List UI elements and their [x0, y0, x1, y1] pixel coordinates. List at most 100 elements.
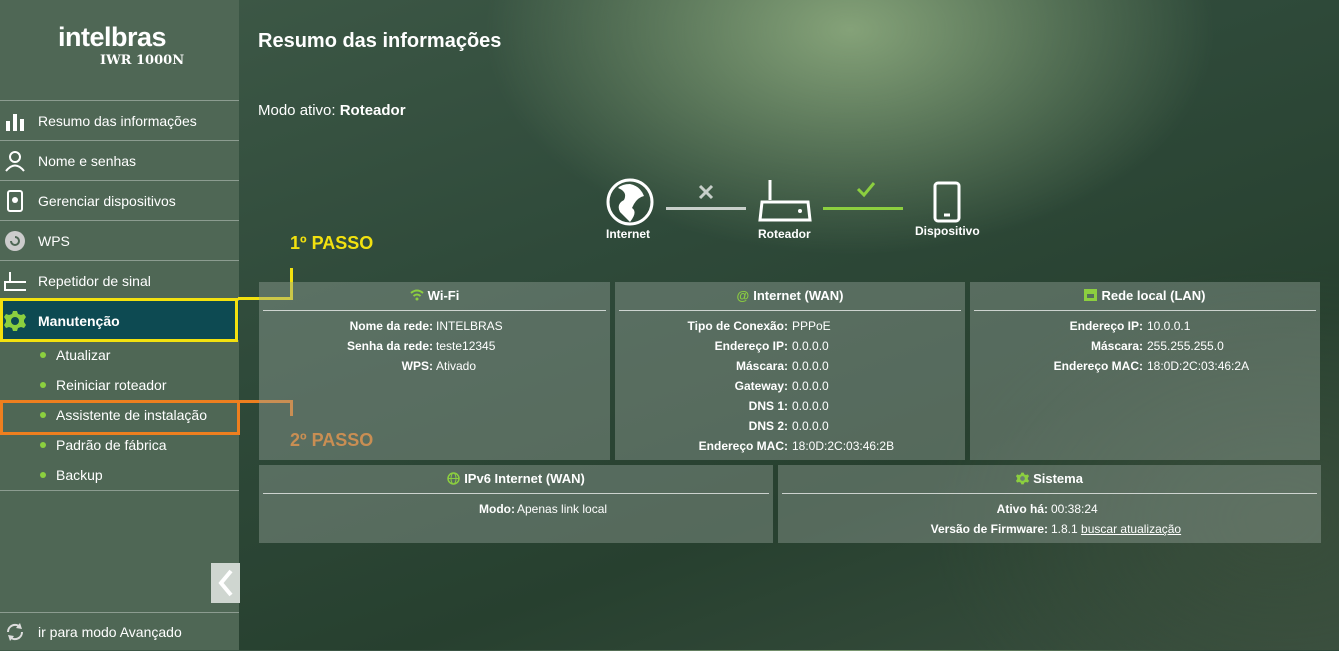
wifi-panel-header: Wi-Fi: [263, 282, 606, 311]
globe-icon: [447, 472, 460, 485]
ethernet-icon: [1084, 289, 1098, 301]
globe-icon: [606, 178, 654, 226]
wan-link-line: [666, 207, 746, 210]
wifi-password-value: teste12345: [436, 339, 496, 353]
wifi-ssid-label: Nome da rede:: [349, 319, 433, 333]
sidebar-item-summary[interactable]: Resumo das informações: [0, 100, 239, 140]
wifi-icon: [410, 289, 424, 301]
wan-mac-label: Endereço MAC:: [698, 439, 788, 453]
active-mode: Modo ativo: Roteador: [258, 102, 406, 119]
ipv6-panel-header: IPv6 Internet (WAN): [263, 465, 769, 494]
wifi-panel-title: Wi-Fi: [427, 288, 460, 303]
wan-dns2-label: DNS 2:: [748, 419, 788, 433]
submenu-restart-router[interactable]: Reiniciar roteador: [40, 370, 167, 400]
ipv6-panel: IPv6 Internet (WAN) Modo: Apenas link lo…: [259, 465, 773, 543]
router-model: IWR 1000N: [100, 53, 185, 68]
step1-highlight: [0, 298, 238, 342]
bar-chart-icon: [4, 110, 26, 132]
system-panel-title: Sistema: [1033, 471, 1083, 486]
refresh-icon: [4, 621, 26, 643]
wifi-ssid-value: INTELBRAS: [436, 319, 503, 333]
router-label: Roteador: [758, 227, 811, 241]
ipv6-mode-label: Modo:: [479, 502, 515, 516]
page-title: Resumo das informações: [258, 30, 502, 52]
step1-label: 1º PASSO: [290, 233, 374, 253]
bullet-icon: [40, 442, 46, 448]
sidebar-item-label: Nome e senhas: [38, 152, 137, 169]
advanced-mode-link[interactable]: ir para modo Avançado: [0, 612, 239, 651]
lan-mask-value: 255.255.255.0: [1147, 339, 1224, 353]
firmware-version-value: 1.8.1: [1051, 522, 1078, 536]
sidebar-item-names-passwords[interactable]: Nome e senhas: [0, 140, 239, 180]
submenu-backup[interactable]: Backup: [40, 460, 103, 490]
wan-gateway-value: 0.0.0.0: [792, 379, 829, 393]
advanced-mode-label: ir para modo Avançado: [38, 624, 182, 640]
ipv6-panel-title: IPv6 Internet (WAN): [464, 471, 585, 486]
ipv6-mode-value: Apenas link local: [517, 502, 608, 516]
divider: [0, 490, 239, 491]
wan-mask-value: 0.0.0.0: [792, 359, 829, 373]
wan-dns1-label: DNS 1:: [748, 399, 788, 413]
router-icon: [4, 270, 26, 292]
lan-link-line: [823, 207, 903, 210]
lan-panel: Rede local (LAN) Endereço IP: 10.0.0.1 M…: [970, 282, 1320, 460]
check-update-link[interactable]: buscar atualização: [1081, 522, 1181, 536]
device-icon: [4, 189, 26, 212]
internet-label: Internet: [606, 227, 651, 241]
wan-type-label: Tipo de Conexão:: [687, 319, 788, 333]
chevron-left-icon: [217, 569, 233, 597]
lan-panel-title: Rede local (LAN): [1101, 288, 1206, 303]
wan-ip-label: Endereço IP:: [714, 339, 788, 353]
active-mode-label: Modo ativo:: [258, 102, 336, 119]
wan-dns2-value: 0.0.0.0: [792, 419, 829, 433]
submenu-update[interactable]: Atualizar: [40, 340, 110, 370]
wan-mac-value: 18:0D:2C:03:46:2B: [792, 439, 895, 453]
submenu-label: Atualizar: [56, 347, 111, 363]
system-panel-header: Sistema: [782, 465, 1317, 494]
submenu-label: Padrão de fábrica: [56, 437, 167, 453]
sidebar-item-label: Resumo das informações: [38, 112, 197, 129]
sidebar-item-label: Repetidor de sinal: [38, 272, 151, 289]
wan-panel-header: @ Internet (WAN): [619, 282, 961, 311]
phone-icon: [933, 181, 961, 223]
router-icon: [758, 180, 812, 222]
wifi-wps-label: WPS:: [401, 359, 433, 373]
at-icon: @: [736, 288, 750, 303]
uptime-value: 00:38:24: [1051, 502, 1098, 516]
system-panel: Sistema Ativo há: 00:38:24 Versão de Fir…: [778, 465, 1321, 543]
wan-gateway-label: Gateway:: [734, 379, 788, 393]
bullet-icon: [40, 382, 46, 388]
lan-mac-label: Endereço MAC:: [1053, 359, 1143, 373]
sidebar-item-label: Gerenciar dispositivos: [38, 192, 176, 209]
gear-icon: [1016, 472, 1030, 485]
disconnected-icon: [698, 184, 714, 200]
device-label: Dispositivo: [915, 224, 980, 238]
firmware-version: 1.8.1 buscar atualização: [1051, 522, 1181, 536]
bullet-icon: [40, 352, 46, 358]
sidebar-item-repeater[interactable]: Repetidor de sinal: [0, 260, 239, 300]
wifi-password-label: Senha da rede:: [346, 339, 433, 353]
brand-logo: intelbras: [58, 22, 167, 52]
collapse-sidebar-button[interactable]: [211, 563, 240, 603]
sidebar-item-devices[interactable]: Gerenciar dispositivos: [0, 180, 239, 220]
lan-ip-value: 10.0.0.1: [1147, 319, 1191, 333]
wan-dns1-value: 0.0.0.0: [792, 399, 829, 413]
check-icon: [856, 182, 876, 198]
wan-panel: @ Internet (WAN) Tipo de Conexão: PPPoE E…: [615, 282, 965, 460]
submenu-label: Backup: [56, 467, 103, 483]
lan-mask-label: Máscara:: [1090, 339, 1143, 353]
active-mode-value: Roteador: [339, 102, 406, 119]
wifi-wps-value: Ativado: [436, 359, 477, 373]
lan-panel-header: Rede local (LAN): [974, 282, 1316, 311]
wan-type-value: PPPoE: [792, 319, 831, 333]
wan-ip-value: 0.0.0.0: [792, 339, 829, 353]
wps-icon: [4, 230, 26, 252]
lan-ip-label: Endereço IP:: [1069, 319, 1143, 333]
user-icon: [4, 150, 26, 172]
sidebar-item-wps[interactable]: WPS: [0, 220, 239, 260]
step2-highlight: [0, 400, 240, 435]
submenu-label: Reiniciar roteador: [56, 377, 167, 393]
wan-mask-label: Máscara:: [735, 359, 788, 373]
bullet-icon: [40, 472, 46, 478]
sidebar-item-label: WPS: [38, 232, 70, 249]
